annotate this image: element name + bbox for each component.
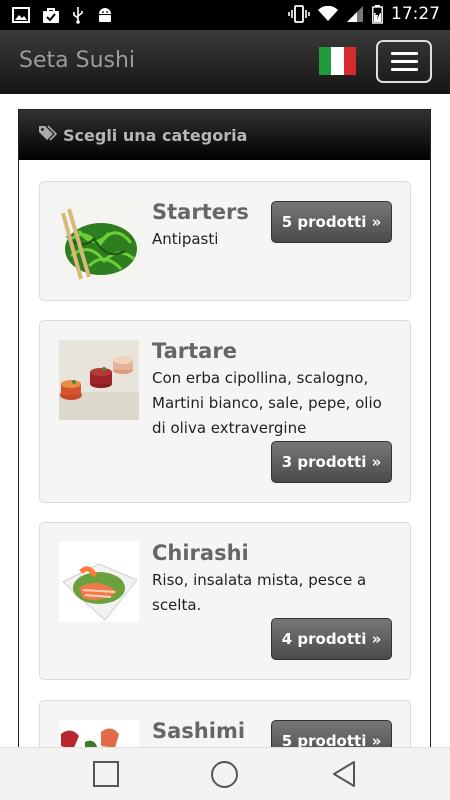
signal-icon	[346, 5, 364, 23]
status-bar: 17:27	[0, 0, 450, 30]
vibrate-icon	[288, 5, 310, 23]
wifi-icon	[318, 6, 338, 22]
category-card-starters[interactable]: Starters Antipasti 5 prodotti »	[39, 181, 411, 301]
chirashi-bowl-image	[59, 542, 139, 622]
category-title: Chirashi	[152, 541, 249, 565]
tags-icon	[38, 124, 58, 146]
tartare-image	[59, 340, 139, 420]
hamburger-menu-button[interactable]	[376, 40, 432, 83]
battery-icon	[372, 4, 383, 24]
category-title: Starters	[152, 200, 249, 224]
category-title: Tartare	[152, 339, 237, 363]
brand-title[interactable]: Seta Sushi	[19, 48, 135, 73]
android-icon	[96, 6, 114, 24]
usb-icon	[72, 6, 84, 24]
seaweed-salad-image	[59, 201, 139, 281]
category-title: Sashimi	[152, 719, 246, 743]
panel-title: Scegli una categoria	[63, 125, 248, 145]
image-icon	[12, 7, 30, 23]
home-button[interactable]	[210, 760, 239, 794]
products-button-chirashi[interactable]: 4 prodotti »	[271, 618, 392, 660]
check-bag-icon	[42, 7, 60, 24]
app-navbar: Seta Sushi	[0, 30, 450, 94]
menu-bar-icon	[391, 68, 418, 71]
category-description: Riso, insalata mista, pesce a scelta.	[152, 571, 367, 614]
menu-bar-icon	[391, 60, 418, 63]
italian-flag-icon[interactable]	[319, 47, 356, 75]
category-description: Con erba cipollina, scalogno, Martini bi…	[152, 369, 382, 437]
category-panel: Scegli una categoria Starters Antipasti …	[18, 109, 431, 800]
products-button-starters[interactable]: 5 prodotti »	[271, 201, 392, 243]
products-button-tartare[interactable]: 3 prodotti »	[271, 441, 392, 483]
category-card-tartare[interactable]: Tartare Con erba cipollina, scalogno, Ma…	[39, 320, 411, 503]
clock: 17:27	[391, 4, 440, 24]
back-button[interactable]	[330, 760, 358, 793]
menu-bar-icon	[391, 52, 418, 55]
panel-heading: Scegli una categoria	[19, 110, 430, 160]
system-navigation-bar	[0, 747, 450, 800]
recents-button[interactable]	[92, 760, 120, 793]
category-card-chirashi[interactable]: Chirashi Riso, insalata mista, pesce a s…	[39, 522, 411, 680]
